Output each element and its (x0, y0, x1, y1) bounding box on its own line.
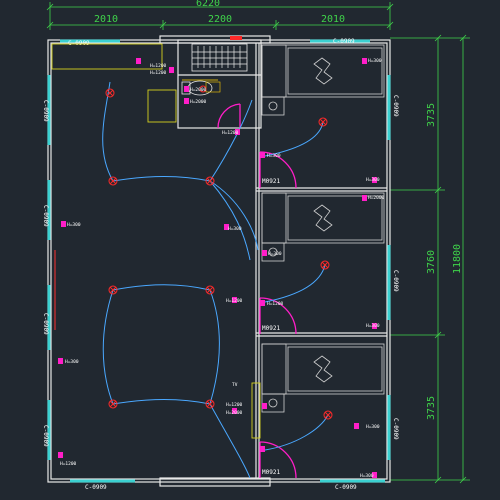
outlet-label: H=300 (366, 424, 380, 430)
window-label-top-right: C-0909 (333, 38, 355, 45)
wiring (102, 81, 329, 479)
tv-label: TV (232, 382, 238, 388)
window-label-right-1: C-0909 (392, 95, 399, 117)
door-label-3: M0921 (262, 469, 280, 476)
bathroom-fixtures (51, 36, 248, 123)
outlet-label: H=300 (67, 222, 81, 228)
outlet-label: H=1200 (226, 402, 243, 408)
window-label-top-left: C-0909 (68, 40, 90, 47)
outlet-label: H=1200 (60, 461, 77, 467)
outlet-label: H=1200 (222, 130, 239, 136)
bed-2 (261, 192, 385, 262)
outlet-label: H=300 (228, 226, 242, 232)
window-label-left-1: C-0909 (42, 100, 49, 122)
door-label-2: M0921 (262, 325, 280, 332)
bed-1 (261, 44, 385, 116)
outlet-label: H=1200 (150, 70, 167, 76)
dim-top-total: 6220 (196, 0, 220, 9)
dim-top-seg-2: 2200 (208, 14, 232, 25)
window-label-bottom-left: C-0909 (85, 484, 107, 491)
walls (47, 35, 391, 487)
outlet-label: H=300 (366, 323, 380, 329)
outlet-label: H=300 (267, 153, 281, 159)
window-label-right-2: C-0909 (392, 270, 399, 292)
outlet-label: H=2000 (190, 87, 207, 93)
outlet-label: H=300 (65, 359, 79, 365)
window-label-right-3: C-0909 (392, 418, 399, 440)
outlets (58, 58, 377, 478)
outlet-label: H=300 (360, 473, 374, 479)
dim-right-seg-3: 3735 (426, 396, 437, 420)
outlet-label: H=300 (368, 58, 382, 64)
outlet-label: H=1200 (267, 301, 284, 307)
doors (217, 103, 297, 479)
door-label-1: M0921 (262, 178, 280, 185)
bed-3 (261, 343, 385, 413)
dim-top-seg-1: 2010 (94, 14, 118, 25)
floor-plan: 6220 2010 2200 2010 11800 3735 3760 3735 (42, 0, 470, 491)
outlet-label: H=2000 (226, 410, 243, 416)
windows (47, 39, 391, 483)
window-label-left-4: C-0909 (42, 425, 49, 447)
dim-right-seg-2: 3760 (426, 250, 437, 274)
window-label-left-3: C-0909 (42, 313, 49, 335)
outlet-label: H=300 (268, 251, 282, 257)
outlet-label: H=2000 (368, 195, 385, 201)
window-label-bottom-right: C-0909 (335, 484, 357, 491)
window-label-left-2: C-0909 (42, 205, 49, 227)
dim-top-seg-3: 2010 (321, 14, 345, 25)
outlet-label: H=2000 (190, 99, 207, 105)
dim-right-total: 11800 (452, 244, 463, 274)
outlet-label: H=300 (366, 177, 380, 183)
outlet-label: H=1200 (150, 63, 167, 69)
outlet-label: H=1200 (226, 298, 243, 304)
lamps (105, 85, 333, 420)
dim-right-seg-1: 3735 (426, 103, 437, 127)
outlet-labels: H=1200 H=1200 H=2000 H=2000 H=300 H=2000… (60, 58, 385, 479)
